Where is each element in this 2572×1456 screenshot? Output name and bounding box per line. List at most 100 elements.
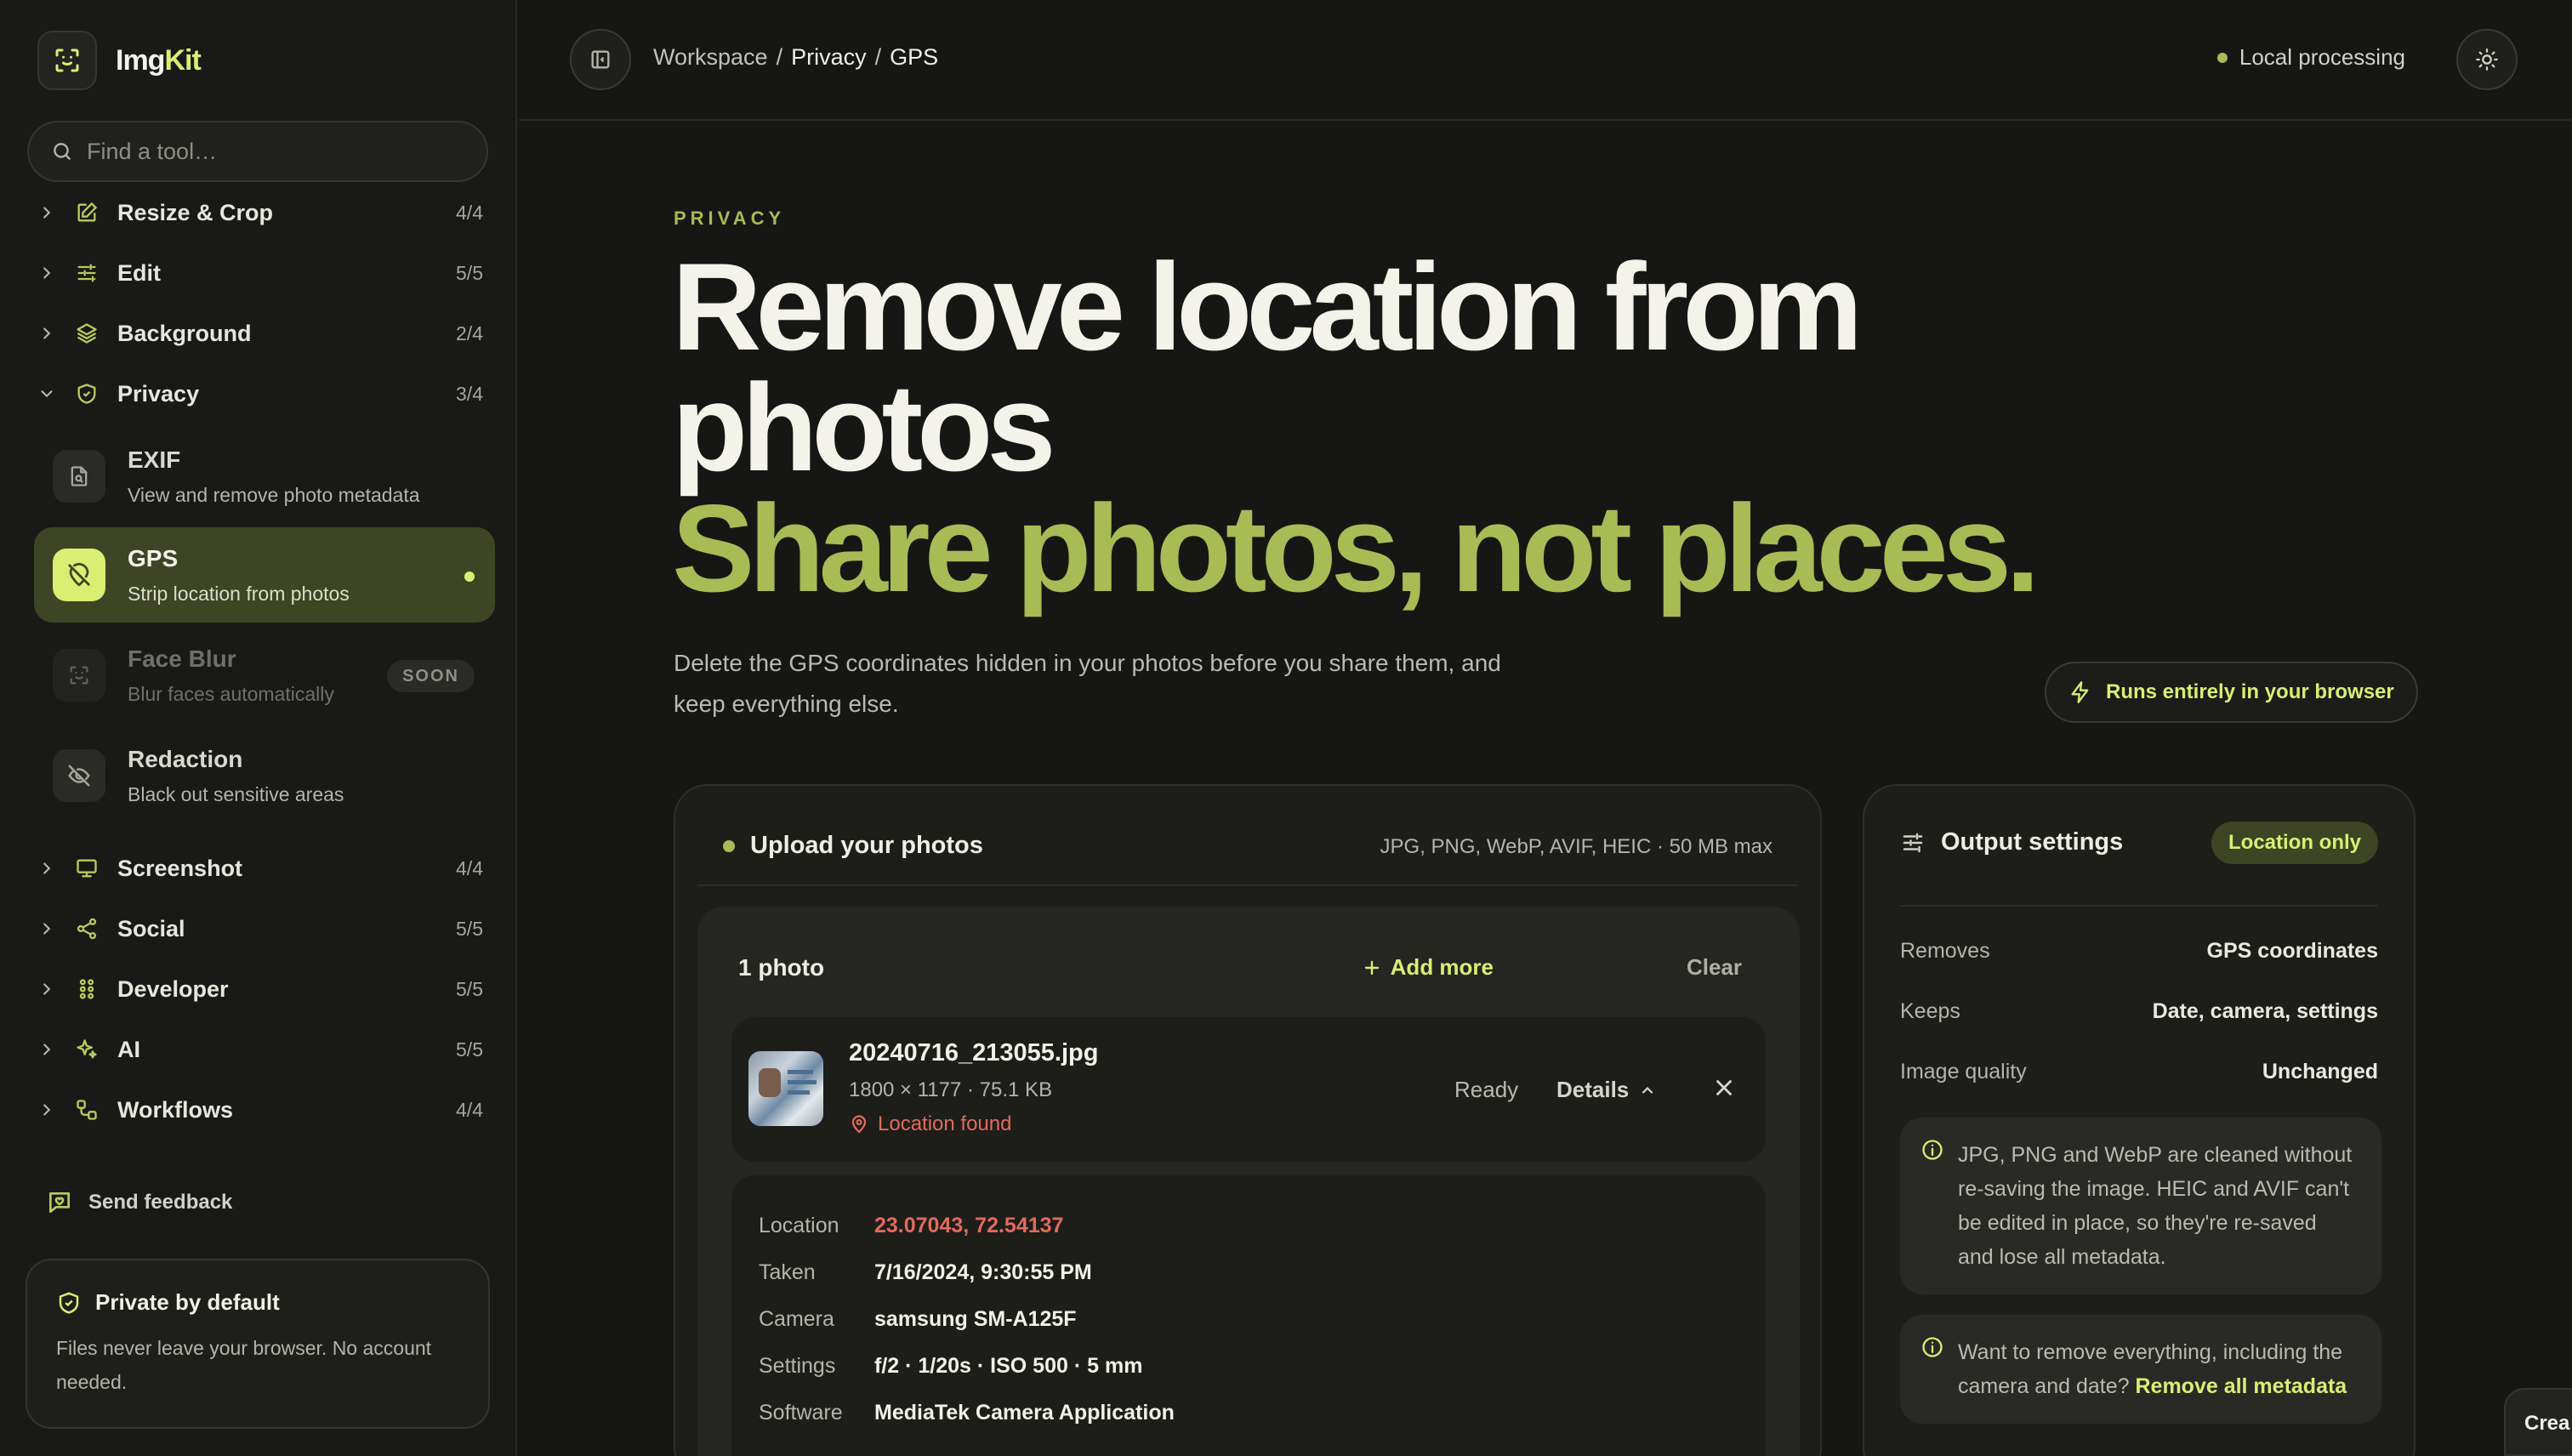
detail-key: Settings bbox=[759, 1354, 836, 1378]
detail-row-taken: Taken 7/16/2024, 9:30:55 PM bbox=[759, 1249, 1738, 1296]
details-label: Details bbox=[1556, 1077, 1630, 1102]
sidebar-item-ai[interactable]: AI 5/5 bbox=[34, 1024, 483, 1075]
remove-file-button[interactable] bbox=[1711, 1075, 1737, 1105]
layers-icon bbox=[71, 321, 102, 345]
page-description: Delete the GPS coordinates hidden in you… bbox=[674, 650, 1501, 717]
setting-row-image-quality: Image quality Unchanged bbox=[1900, 1060, 2378, 1084]
upload-title: Upload your photos bbox=[750, 832, 983, 859]
sidebar-item-count: 5/5 bbox=[456, 261, 483, 284]
sidebar-item-screenshot[interactable]: Screenshot 4/4 bbox=[34, 843, 483, 894]
upload-panel: Upload your photos JPG, PNG, WebP, AVIF,… bbox=[674, 784, 1822, 1456]
detail-row-location: Location 23.07043, 72.54137 bbox=[759, 1203, 1738, 1249]
setting-row-removes: Removes GPS coordinates bbox=[1900, 939, 2378, 964]
sidebar-item-workflows[interactable]: Workflows 4/4 bbox=[34, 1084, 483, 1135]
remove-all-metadata-link[interactable]: Remove all metadata bbox=[2135, 1374, 2347, 1398]
add-more-label: Add more bbox=[1390, 954, 1494, 980]
detail-key: Software bbox=[759, 1401, 843, 1425]
lightning-icon bbox=[2068, 680, 2092, 704]
breadcrumb-workspace[interactable]: Workspace bbox=[653, 44, 768, 71]
info-icon bbox=[1920, 1138, 1944, 1162]
sidebar-item-edit[interactable]: Edit 5/5 bbox=[34, 247, 483, 299]
scan-icon bbox=[37, 31, 97, 90]
toggle-sidebar-button[interactable] bbox=[570, 29, 631, 90]
chevron-right-icon bbox=[34, 203, 60, 222]
mode-badge: Location only bbox=[2211, 822, 2378, 864]
setting-key: Image quality bbox=[1900, 1060, 2027, 1083]
status-dot bbox=[2216, 52, 2228, 63]
private-card-title: Private by default bbox=[56, 1289, 459, 1316]
crop-edit-icon bbox=[71, 201, 102, 225]
sliders-icon bbox=[1900, 830, 1926, 856]
detail-value: samsung SM-A125F bbox=[874, 1307, 1077, 1331]
tool-description: Strip location from photos bbox=[128, 582, 350, 605]
shield-check-icon bbox=[71, 382, 102, 406]
sidebar-item-resize-crop[interactable]: Resize & Crop 4/4 bbox=[34, 187, 483, 238]
setting-key: Keeps bbox=[1900, 999, 1960, 1023]
sidebar-item-count: 4/4 bbox=[456, 856, 483, 879]
detail-key: Location bbox=[759, 1214, 839, 1237]
send-feedback-link[interactable]: Send feedback bbox=[46, 1189, 232, 1216]
plus-icon bbox=[1362, 958, 1382, 978]
file-status: Ready bbox=[1454, 1077, 1519, 1102]
clear-button[interactable]: Clear bbox=[1687, 954, 1742, 981]
sidebar-item-social[interactable]: Social 5/5 bbox=[34, 903, 483, 954]
tool-title: Face Blur bbox=[128, 645, 236, 672]
sidebar-item-count: 5/5 bbox=[456, 977, 483, 1000]
breadcrumb-separator: / bbox=[874, 44, 882, 70]
detail-row-software: Software MediaTek Camera Application bbox=[759, 1390, 1738, 1436]
output-settings-panel: Output settings Location only Removes GP… bbox=[1863, 784, 2416, 1456]
add-more-button[interactable]: Add more bbox=[1362, 954, 1494, 981]
photo-count: 1 photo bbox=[738, 954, 825, 981]
detail-row-settings: Settings f/2 · 1/20s · ISO 500 · 5 mm bbox=[759, 1343, 1738, 1390]
sidebar-item-label: Privacy bbox=[117, 380, 200, 407]
tool-title: GPS bbox=[128, 544, 179, 572]
tool-exif[interactable]: EXIF View and remove photo metadata bbox=[34, 429, 495, 524]
sidebar-item-count: 4/4 bbox=[456, 1098, 483, 1121]
location-found-flag: Location found bbox=[849, 1112, 1011, 1136]
divider bbox=[697, 884, 1798, 886]
page-subtitle: Share photos, not places. bbox=[672, 479, 2040, 617]
format-info-note: JPG, PNG and WebP are cleaned without re… bbox=[1900, 1118, 2381, 1294]
sidebar-item-label: Resize & Crop bbox=[117, 199, 274, 225]
tool-gps[interactable]: GPS Strip location from photos bbox=[34, 527, 495, 623]
create-button[interactable]: Crea bbox=[2504, 1388, 2572, 1456]
tool-search[interactable] bbox=[27, 121, 488, 182]
send-feedback-label: Send feedback bbox=[88, 1191, 233, 1214]
file-name: 20240716_213055.jpg bbox=[849, 1039, 1099, 1066]
chevron-right-icon bbox=[34, 1040, 60, 1059]
divider bbox=[1900, 905, 2378, 907]
detail-key: Taken bbox=[759, 1260, 816, 1284]
details-toggle[interactable]: Details bbox=[1556, 1077, 1656, 1103]
file-search-icon bbox=[53, 450, 105, 503]
file-list: 1 photo Add more Clear 20240716_213055.j… bbox=[697, 907, 1800, 1456]
tool-redaction[interactable]: Redaction Black out sensitive areas bbox=[34, 728, 495, 823]
sidebar-item-count: 5/5 bbox=[456, 1038, 483, 1061]
tool-face-blur[interactable]: Face Blur Blur faces automatically SOON bbox=[34, 628, 495, 723]
setting-value: Unchanged bbox=[2262, 1060, 2378, 1083]
brand-name: ImgKit bbox=[116, 43, 202, 77]
status-label: Local processing bbox=[2239, 44, 2405, 70]
upload-status-dot bbox=[723, 839, 735, 852]
breadcrumb-privacy[interactable]: Privacy bbox=[791, 44, 867, 71]
tool-title: Redaction bbox=[128, 745, 243, 772]
sidebar-item-background[interactable]: Background 2/4 bbox=[34, 308, 483, 359]
info-icon bbox=[1920, 1335, 1944, 1359]
sidebar-item-privacy[interactable]: Privacy 3/4 bbox=[34, 368, 483, 419]
active-indicator bbox=[464, 572, 475, 582]
tool-title: EXIF bbox=[128, 446, 181, 473]
sidebar-item-developer[interactable]: Developer 5/5 bbox=[34, 964, 483, 1015]
private-card-text: Files never leave your browser. No accou… bbox=[56, 1337, 432, 1393]
upload-header: Upload your photos bbox=[723, 832, 983, 860]
sparkles-icon bbox=[71, 1038, 102, 1061]
sidebar-item-count: 3/4 bbox=[456, 382, 483, 405]
search-input[interactable] bbox=[87, 138, 461, 165]
sidebar-item-label: Developer bbox=[117, 975, 229, 1002]
brand[interactable]: ImgKit bbox=[37, 31, 202, 90]
detail-value: f/2 · 1/20s · ISO 500 · 5 mm bbox=[874, 1354, 1143, 1378]
sidebar-item-label: Workflows bbox=[117, 1096, 234, 1123]
close-icon bbox=[1711, 1075, 1737, 1101]
sun-icon bbox=[2475, 48, 2499, 71]
sidebar-item-label: Background bbox=[117, 320, 252, 346]
format-info-text: JPG, PNG and WebP are cleaned without re… bbox=[1958, 1143, 2353, 1269]
theme-toggle-button[interactable] bbox=[2456, 29, 2518, 90]
